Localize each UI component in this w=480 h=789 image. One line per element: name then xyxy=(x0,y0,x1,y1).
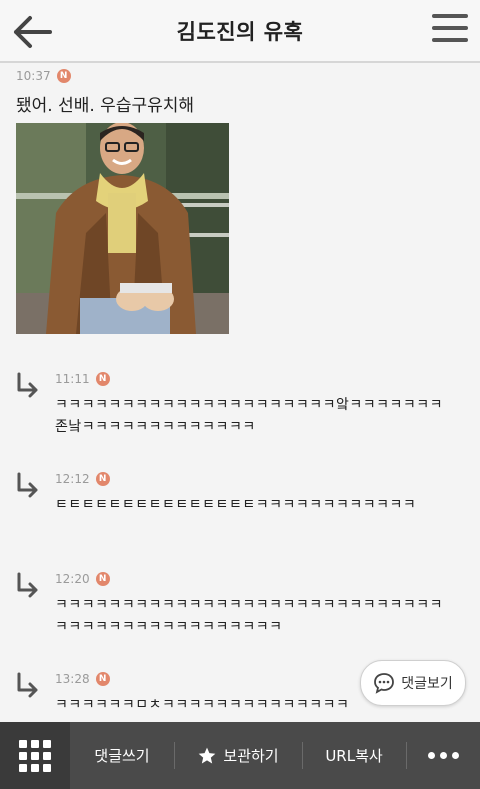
view-comments-button[interactable]: 댓글보기 xyxy=(360,660,466,706)
reply-arrow-icon xyxy=(17,472,38,498)
post-meta: 10:37 N xyxy=(16,69,71,83)
write-comment-label: 댓글쓰기 xyxy=(94,747,150,765)
menu-button[interactable] xyxy=(432,14,468,48)
comment-item: 11:11 N ㅋㅋㅋㅋㅋㅋㅋㅋㅋㅋㅋㅋㅋㅋㅋㅋㅋㅋㅋㅋㅋ앜ㅋㅋㅋㅋㅋㅋㅋ존낰ㅋ… xyxy=(0,352,480,453)
reply-arrow-icon xyxy=(17,372,38,398)
bottom-toolbar: 댓글쓰기 보관하기 URL복사 xyxy=(0,722,480,789)
comment-text: ㅌㅌㅌㅌㅌㅌㅌㅌㅌㅌㅌㅌㅌㅌㅌㅋㅋㅋㅋㅋㅋㅋㅋㅋㅋㅋㅋ xyxy=(55,497,417,513)
write-comment-button[interactable]: 댓글쓰기 xyxy=(70,722,174,789)
star-icon xyxy=(199,747,216,763)
reply-arrow-icon xyxy=(17,672,38,698)
comment-time: 11:11 xyxy=(55,372,90,386)
post-photo[interactable] xyxy=(16,123,229,334)
comment-meta: 12:12 N xyxy=(55,472,110,486)
comment-meta: 13:28 N xyxy=(55,672,110,686)
original-post: 10:37 N 됐어. 선배. 우습구유치해 xyxy=(0,63,480,353)
hamburger-menu-icon xyxy=(432,14,468,42)
copy-url-label: URL복사 xyxy=(325,747,383,765)
new-badge: N xyxy=(95,572,110,586)
comment-item: 12:20 N ㅋㅋㅋㅋㅋㅋㅋㅋㅋㅋㅋㅋㅋㅋㅋㅋㅋㅋㅋㅋㅋㅋㅋㅋㅋㅋㅋㅋㅋㅋㅋㅋ… xyxy=(0,552,480,653)
top-bar: 김도진의 유혹 xyxy=(0,0,480,63)
grid-menu-icon xyxy=(19,739,51,772)
reply-arrow-icon xyxy=(17,572,38,598)
new-badge: N xyxy=(95,672,110,686)
chat-bubble-icon xyxy=(374,673,395,694)
comment-meta: 11:11 N xyxy=(55,372,110,386)
comment-text: ㅋㅋㅋㅋㅋㅋㅋㅋㅋㅋㅋㅋㅋㅋㅋㅋㅋㅋㅋㅋㅋㅋㅋㅋㅋㅋㅋㅋㅋㅋㅋㅋㅋㅋㅋㅋㅋㅋㅋㅋ… xyxy=(55,597,444,635)
post-text: 됐어. 선배. 우습구유치해 xyxy=(16,96,195,116)
comment-time: 13:28 xyxy=(55,672,90,686)
photo-man-in-brown-coat xyxy=(16,123,229,334)
more-dots-icon xyxy=(427,752,459,759)
save-button[interactable]: 보관하기 xyxy=(174,722,302,789)
post-time: 10:37 xyxy=(16,69,51,83)
comment-item: 12:12 N ㅌㅌㅌㅌㅌㅌㅌㅌㅌㅌㅌㅌㅌㅌㅌㅋㅋㅋㅋㅋㅋㅋㅋㅋㅋㅋㅋ xyxy=(0,452,480,553)
save-label: 보관하기 xyxy=(223,747,279,765)
grid-menu-button[interactable] xyxy=(0,722,70,789)
page-title: 김도진의 유혹 xyxy=(176,20,304,44)
new-badge: N xyxy=(56,69,71,83)
comment-meta: 12:20 N xyxy=(55,572,110,586)
new-badge: N xyxy=(95,372,110,386)
comment-time: 12:12 xyxy=(55,472,90,486)
comment-time: 12:20 xyxy=(55,572,90,586)
new-badge: N xyxy=(95,472,110,486)
comment-text: ㅋㅋㅋㅋㅋㅋㅋㅋㅋㅋㅋㅋㅋㅋㅋㅋㅋㅋㅋㅋㅋ앜ㅋㅋㅋㅋㅋㅋㅋ존낰ㅋㅋㅋㅋㅋㅋㅋㅋㅋ… xyxy=(55,397,444,435)
more-button[interactable] xyxy=(406,722,480,789)
copy-url-button[interactable]: URL복사 xyxy=(302,722,406,789)
view-comments-label: 댓글보기 xyxy=(401,676,453,692)
